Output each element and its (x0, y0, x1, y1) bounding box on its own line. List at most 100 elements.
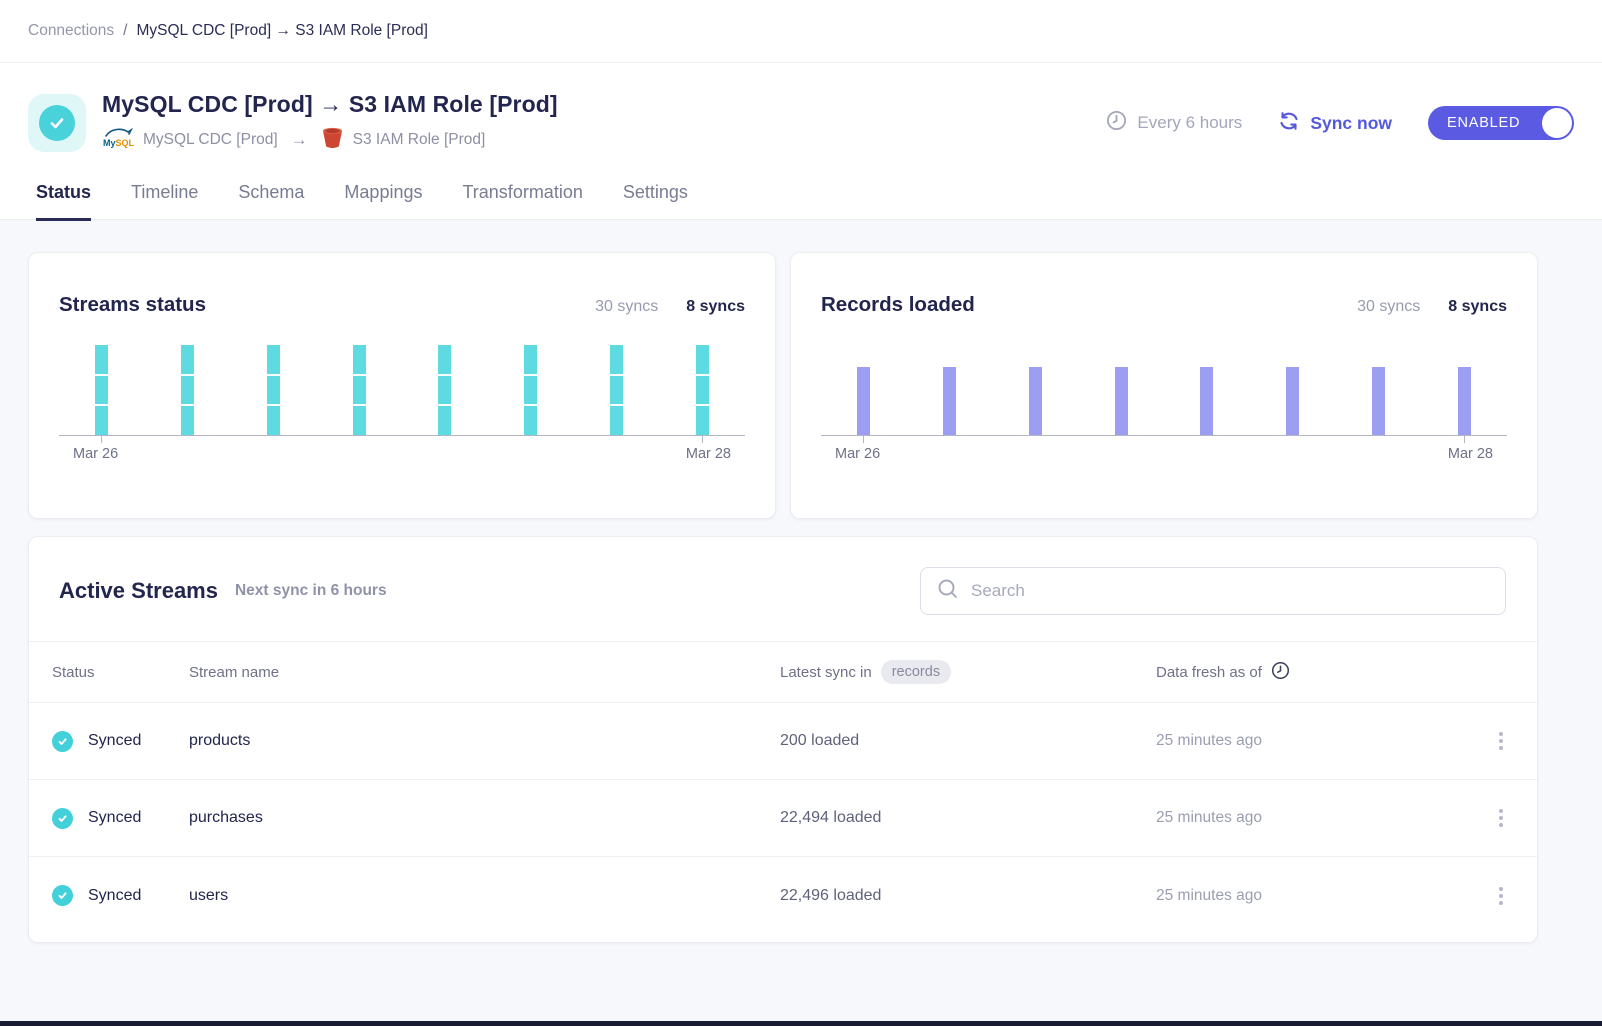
sync-bar[interactable] (696, 345, 709, 435)
clock-icon (1271, 661, 1290, 684)
x-tick-start (101, 436, 102, 443)
col-fresh-label: Data fresh as of (1156, 664, 1262, 681)
streams-status-chart: Mar 26 Mar 28 (59, 345, 745, 462)
breadcrumb-current: MySQL CDC [Prod] → S3 IAM Role [Prod] (136, 22, 427, 40)
x-tick-end (702, 436, 703, 443)
sync-bar[interactable] (267, 345, 280, 435)
sync-bar-segment (438, 345, 451, 374)
x-tick-end (1464, 436, 1465, 443)
stream-name: products (189, 732, 250, 749)
col-status-label: Status (52, 664, 95, 681)
breadcrumb-separator: / (123, 22, 127, 40)
sync-bar[interactable] (438, 345, 451, 435)
search-input[interactable] (971, 581, 1489, 601)
stream-records: 200 loaded (780, 732, 859, 750)
col-name-label: Stream name (189, 664, 279, 681)
sync-bar-segment (610, 345, 623, 374)
page-title: MySQL CDC [Prod] → S3 IAM Role [Prod] (102, 91, 558, 118)
sync-bar-segment (267, 345, 280, 374)
refresh-icon (1278, 110, 1300, 137)
connection-header: MySQL CDC [Prod] → S3 IAM Role [Prod] My… (0, 63, 1602, 220)
sync-bar-segment (696, 376, 709, 405)
sync-bar-segment (95, 406, 108, 435)
sync-bar[interactable] (1029, 367, 1042, 435)
stream-name: purchases (189, 809, 263, 826)
synced-check-icon (52, 731, 73, 752)
active-streams-card: Active Streams Next sync in 6 hours Stat… (28, 536, 1538, 943)
sync-bar-segment (353, 376, 366, 405)
sync-bar-segment (353, 345, 366, 374)
breadcrumb-connections-link[interactable]: Connections (28, 22, 114, 40)
bars (59, 345, 745, 435)
stream-records: 22,494 loaded (780, 809, 881, 827)
tab-transformation[interactable]: Transformation (462, 182, 582, 221)
sync-bar-segment (857, 367, 870, 435)
sync-bar[interactable] (1115, 367, 1128, 435)
arrow-icon: → (291, 130, 308, 150)
active-streams-title: Active Streams (59, 578, 218, 604)
tab-mappings[interactable]: Mappings (344, 182, 422, 221)
sync-now-button[interactable]: Sync now (1278, 110, 1392, 137)
tab-settings[interactable]: Settings (623, 182, 688, 221)
records-loaded-chart: Mar 26 Mar 28 (821, 345, 1507, 462)
source-name: MySQL CDC [Prod] (143, 131, 278, 149)
tab-schema[interactable]: Schema (238, 182, 304, 221)
sync-bar-segment (1115, 367, 1128, 435)
sync-bar[interactable] (943, 367, 956, 435)
sync-bar[interactable] (353, 345, 366, 435)
stream-search[interactable] (920, 567, 1506, 615)
sync-bar-segment (1458, 367, 1471, 435)
mysql-logo-icon: MySQL (102, 127, 134, 154)
sync-bar[interactable] (1372, 367, 1385, 435)
stream-row[interactable]: Synced products 200 loaded 25 minutes ag… (29, 703, 1537, 780)
records-loaded-card: Records loaded 30 syncs 8 syncs Mar 26 M… (790, 252, 1538, 519)
connection-tabs: Status Timeline Schema Mappings Transfor… (28, 182, 1574, 219)
breadcrumb: Connections / MySQL CDC [Prod] → S3 IAM … (0, 0, 1602, 63)
col-records-label: Latest sync in (780, 664, 872, 681)
tab-timeline[interactable]: Timeline (131, 182, 198, 221)
sync-bar[interactable] (95, 345, 108, 435)
sync-bar[interactable] (524, 345, 537, 435)
sync-bar-segment (95, 376, 108, 405)
row-menu-kebab-icon[interactable] (1493, 803, 1509, 833)
stream-row[interactable]: Synced purchases 22,494 loaded 25 minute… (29, 780, 1537, 857)
sync-bar-segment (610, 376, 623, 405)
stream-freshness: 25 minutes ago (1156, 732, 1262, 750)
row-menu-kebab-icon[interactable] (1493, 881, 1509, 911)
sync-bar[interactable] (857, 367, 870, 435)
search-icon (937, 578, 959, 605)
sync-bar-segment (181, 345, 194, 374)
records-unit-badge[interactable]: records (881, 660, 951, 684)
sync-bar-segment (610, 406, 623, 435)
sync-bar-segment (1200, 367, 1213, 435)
connection-status-avatar (28, 94, 86, 152)
sync-bar-segment (1372, 367, 1385, 435)
stream-name: users (189, 887, 228, 904)
sync-bar[interactable] (610, 345, 623, 435)
row-menu-kebab-icon[interactable] (1493, 726, 1509, 756)
sync-bar-segment (353, 406, 366, 435)
tab-status[interactable]: Status (36, 182, 91, 221)
filter-30-syncs[interactable]: 30 syncs (595, 298, 658, 316)
svg-text:MySQL: MySQL (103, 138, 134, 148)
filter-8-syncs[interactable]: 8 syncs (686, 298, 745, 316)
sync-bar-segment (1029, 367, 1042, 435)
sync-bar[interactable] (1458, 367, 1471, 435)
schedule-label: Every 6 hours (1137, 113, 1242, 133)
window-bottom-edge (0, 1021, 1602, 1026)
records-loaded-title: Records loaded (821, 293, 975, 317)
bars (821, 345, 1507, 435)
stream-row[interactable]: Synced users 22,496 loaded 25 minutes ag… (29, 857, 1537, 934)
sync-bar[interactable] (1200, 367, 1213, 435)
sync-bar-segment (181, 376, 194, 405)
x-label-start: Mar 26 (73, 446, 118, 462)
filter-8-syncs[interactable]: 8 syncs (1448, 298, 1507, 316)
enabled-toggle[interactable]: ENABLED (1428, 106, 1574, 140)
stream-status: Synced (88, 732, 141, 750)
s3-bucket-icon (321, 125, 344, 155)
sync-schedule: Every 6 hours (1106, 110, 1242, 136)
filter-30-syncs[interactable]: 30 syncs (1357, 298, 1420, 316)
sync-bar[interactable] (181, 345, 194, 435)
sync-bar-segment (438, 376, 451, 405)
sync-bar[interactable] (1286, 367, 1299, 435)
